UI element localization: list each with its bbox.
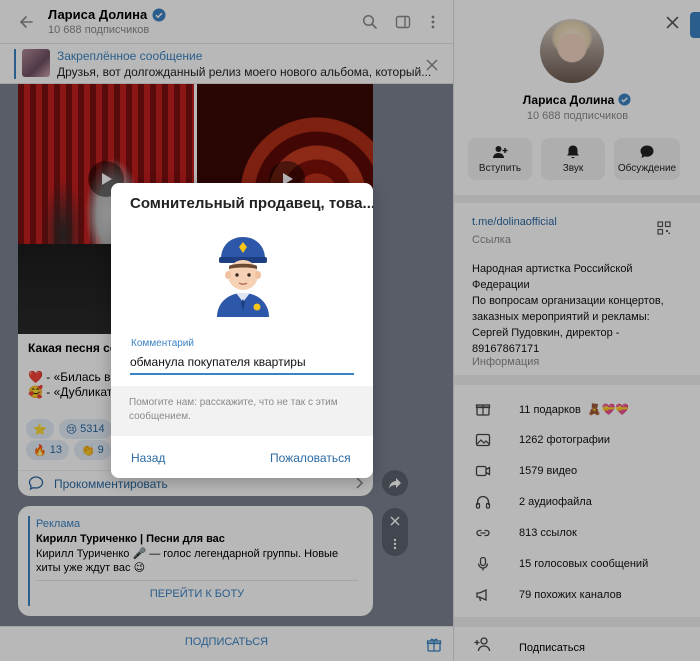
hint-text: Помогите нам: расскажите, что не так с э… [129,397,338,422]
hint-box: Помогите нам: расскажите, что не так с э… [111,386,373,436]
back-button[interactable]: Назад [131,451,165,465]
comment-caption: Комментарий [131,338,194,349]
police-officer-icon [217,237,269,317]
report-button[interactable]: Пожаловаться [270,451,351,465]
comment-input[interactable] [130,351,354,375]
dialog-title: Сомнительный продавец, това... [130,195,373,212]
report-dialog: Сомнительный продавец, това... Комментар… [111,183,373,478]
